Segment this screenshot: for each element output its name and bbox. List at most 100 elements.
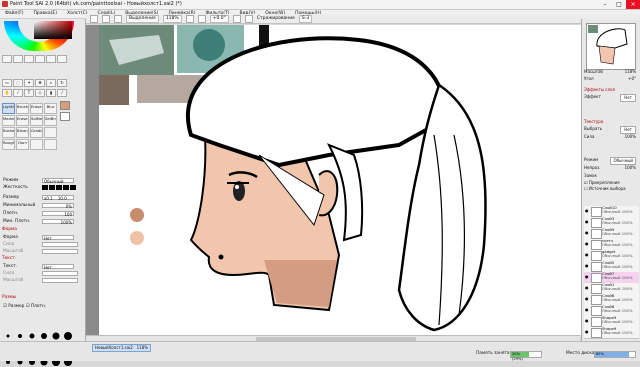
shape-tool-icon[interactable]: ◇ bbox=[35, 89, 45, 97]
minimize-button[interactable]: – bbox=[598, 0, 612, 9]
new-canvas-icon[interactable] bbox=[90, 14, 98, 23]
density-field[interactable]: 100 bbox=[42, 211, 74, 217]
texture-select[interactable]: Нет bbox=[42, 264, 74, 270]
line-icon[interactable]: / bbox=[57, 89, 67, 97]
shape-scale-slider[interactable] bbox=[42, 249, 78, 254]
navigator-preview[interactable] bbox=[586, 23, 636, 70]
size-field[interactable]: x0.1 10.0 bbox=[42, 195, 74, 201]
maximize-button[interactable]: □ bbox=[612, 0, 626, 9]
color-wheel[interactable] bbox=[4, 21, 74, 51]
eye-icon[interactable]: ● bbox=[585, 231, 589, 235]
size-pressure-check[interactable]: ☑ Размер ☑ Плотн. bbox=[3, 303, 46, 310]
shape-strength-slider[interactable] bbox=[42, 242, 78, 247]
brush-size-preset[interactable] bbox=[14, 331, 26, 341]
max-density-field[interactable]: 100% bbox=[42, 219, 74, 225]
eye-icon[interactable]: ● bbox=[585, 286, 589, 290]
layer-item[interactable]: ● Shape9 Обычный 100% bbox=[584, 327, 639, 339]
texture-panel-section[interactable]: Текстура bbox=[584, 119, 639, 125]
eye-icon[interactable]: ● bbox=[585, 275, 589, 279]
eye-icon[interactable]: ● bbox=[585, 220, 589, 224]
swatches-icon[interactable] bbox=[46, 55, 56, 63]
document-tab[interactable]: НовыйХолст1.sai2 118% bbox=[92, 344, 151, 352]
close-button[interactable]: × bbox=[626, 0, 640, 9]
brush-tool-slot[interactable]: SelBru bbox=[44, 115, 57, 126]
eye-icon[interactable]: ● bbox=[585, 330, 589, 334]
canvas-area[interactable] bbox=[86, 25, 584, 335]
nav-angle-field[interactable]: +0° bbox=[628, 76, 636, 82]
brush-tool-slot[interactable]: Binary bbox=[16, 127, 29, 138]
layer-effects-section[interactable]: Эффекты слоя bbox=[584, 87, 639, 93]
effect-select[interactable]: Нет bbox=[620, 94, 636, 102]
palette-icon[interactable] bbox=[57, 55, 67, 63]
hand-icon[interactable]: ✋ bbox=[2, 89, 12, 97]
brush-tool-slot[interactable] bbox=[44, 139, 57, 150]
menu-item[interactable]: Файл(F) bbox=[0, 10, 29, 18]
opacity-field[interactable]: 100% bbox=[625, 165, 636, 171]
zoom-icon[interactable]: ⌕ bbox=[46, 79, 56, 87]
hardness-presets[interactable] bbox=[42, 185, 76, 190]
fill-icon[interactable]: ▮ bbox=[46, 89, 56, 97]
nav-zoom-field[interactable]: 118% bbox=[625, 69, 636, 75]
stabilizer-select[interactable]: S-3 bbox=[298, 14, 313, 23]
brush-tool-slot[interactable]: Lightline bbox=[2, 103, 15, 114]
zoom-in-icon[interactable] bbox=[185, 14, 194, 23]
texture-strength-slider[interactable] bbox=[42, 271, 78, 276]
hsv-icon[interactable] bbox=[24, 55, 34, 63]
blend-mode-select[interactable]: Обычный bbox=[610, 157, 636, 165]
brush-size-preset[interactable] bbox=[38, 331, 50, 341]
shape-section[interactable]: Форма bbox=[2, 227, 82, 233]
menu-item[interactable]: Правка(E) bbox=[29, 10, 62, 18]
main-color-swatch[interactable] bbox=[60, 101, 70, 110]
brush-tool-slot[interactable]: Roughp bbox=[2, 139, 15, 150]
brush-tool-slot[interactable]: Brush bbox=[16, 103, 29, 114]
move-icon[interactable]: ✥ bbox=[35, 79, 45, 87]
texture-strength-field[interactable]: 100% bbox=[625, 134, 636, 140]
select-icon[interactable]: ▭ bbox=[2, 79, 12, 87]
brush-size-preset[interactable] bbox=[26, 331, 38, 341]
eye-icon[interactable]: ● bbox=[585, 264, 589, 268]
brush-tool-slot[interactable]: Bucket bbox=[2, 127, 15, 138]
canvas[interactable] bbox=[99, 25, 584, 335]
lasso-icon[interactable]: ◌ bbox=[13, 79, 23, 87]
eye-icon[interactable]: ● bbox=[585, 308, 589, 312]
texture-section[interactable]: Текст. bbox=[2, 256, 82, 262]
zoom-out-icon[interactable] bbox=[197, 14, 206, 23]
texture-choose-select[interactable]: Нет bbox=[620, 126, 636, 134]
text-tool-icon[interactable]: T bbox=[24, 89, 34, 97]
brush-tool-slot[interactable]: Gradie bbox=[30, 127, 43, 138]
brush-tool-slot[interactable]: Ласт bbox=[16, 139, 29, 150]
color-square[interactable] bbox=[34, 21, 72, 39]
brush-tool-slot[interactable]: Eraser bbox=[16, 115, 29, 126]
zoom-field[interactable]: 118% bbox=[162, 14, 182, 23]
brush-size-preset[interactable] bbox=[62, 331, 74, 341]
eye-icon[interactable]: ● bbox=[585, 242, 589, 246]
selection-source-check[interactable]: ☐ Источник выбора bbox=[584, 186, 639, 192]
brush-tool-slot[interactable] bbox=[30, 139, 43, 150]
brush-tool-slot[interactable] bbox=[44, 127, 57, 138]
eyedropper-icon[interactable]: ⁄ bbox=[13, 89, 23, 97]
magic-wand-icon[interactable]: ✦ bbox=[24, 79, 34, 87]
wheel-icon[interactable] bbox=[2, 55, 12, 63]
mode-select[interactable]: Обычный bbox=[42, 178, 74, 184]
brush-tool-slot[interactable]: Blur bbox=[44, 103, 57, 114]
flip-icon[interactable] bbox=[244, 14, 253, 23]
selection-toggle[interactable]: Выделение bbox=[126, 14, 159, 23]
mixer-icon[interactable] bbox=[35, 55, 45, 63]
eye-icon[interactable]: ● bbox=[585, 297, 589, 301]
texture-scale-slider[interactable] bbox=[42, 278, 78, 283]
brush-tool-slot[interactable]: Marker bbox=[2, 115, 15, 126]
rotate-icon[interactable] bbox=[232, 14, 241, 23]
sub-color-swatch[interactable] bbox=[60, 112, 70, 121]
rgb-icon[interactable] bbox=[13, 55, 23, 63]
brush-size-preset[interactable] bbox=[50, 331, 62, 341]
min-size-field[interactable]: 0% bbox=[42, 203, 74, 209]
rotate-tool-icon[interactable]: ↻ bbox=[57, 79, 67, 87]
eye-icon[interactable]: ● bbox=[585, 253, 589, 257]
save-icon[interactable] bbox=[114, 14, 122, 23]
brush-tool-slot[interactable]: Softten bbox=[30, 115, 43, 126]
brush-section[interactable]: Размы bbox=[2, 295, 82, 301]
shape-select[interactable]: Нет bbox=[42, 235, 74, 241]
brush-tool-slot[interactable]: Eraser bbox=[30, 103, 43, 114]
open-icon[interactable] bbox=[102, 14, 110, 23]
angle-field[interactable]: +0.0° bbox=[209, 14, 229, 23]
